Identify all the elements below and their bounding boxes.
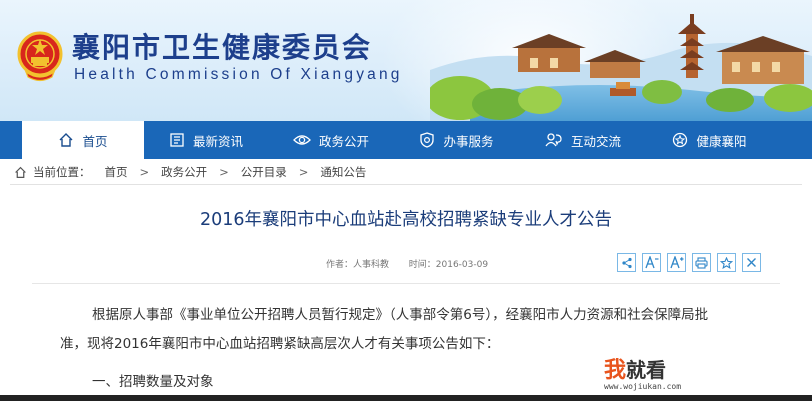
news-icon: [169, 132, 185, 148]
watermark-url: www.wojiukan.com: [604, 382, 682, 391]
article-date: 时间：2016-03-09: [408, 260, 489, 270]
article-meta: 作者：人事科教 时间：2016-03-09: [326, 257, 488, 270]
divider: [32, 283, 780, 284]
print-button[interactable]: [692, 253, 711, 272]
nav-item-label: 首页: [82, 133, 108, 149]
favorite-button[interactable]: [717, 253, 736, 272]
window-bottom-edge: [0, 395, 812, 401]
print-icon: [695, 256, 708, 269]
nav-item-label: 互动交流: [570, 133, 621, 149]
watermark-text: 我: [604, 358, 627, 383]
eye-icon: [293, 133, 311, 147]
breadcrumb: 当前位置： 首页 > 政务公开 > 公开目录 > 通知公告: [14, 162, 366, 182]
nav-padding: [0, 121, 22, 159]
site-title[interactable]: 襄阳市卫生健康委员会: [72, 26, 372, 66]
breadcrumb-separator: >: [298, 165, 309, 179]
article-paragraph: 准，现将2016年襄阳市中心血站招聘紧缺高层次人才有关事项公告如下：: [60, 336, 500, 352]
article-paragraph: 根据原人事部《事业单位公开招聘人员暂行规定》（人事部令第6号），经襄阳市人力资源…: [92, 307, 709, 323]
breadcrumb-item-home[interactable]: 首页: [105, 164, 128, 180]
home-icon: [14, 166, 27, 179]
article-toolbar: [617, 253, 767, 272]
chat-icon: [545, 132, 563, 148]
share-icon: [621, 257, 632, 268]
divider: [10, 184, 802, 185]
nav-item-label: 最新资讯: [192, 133, 243, 149]
article-title: 2016年襄阳市中心血站赴高校招聘紧缺专业人才公告: [199, 210, 613, 230]
font-decrease-button[interactable]: [642, 253, 661, 272]
breadcrumb-item-catalog[interactable]: 公开目录: [241, 164, 287, 180]
site-subtitle: Health Commission Of Xiangyang: [74, 66, 403, 83]
health-icon: [672, 132, 688, 148]
breadcrumb-prefix: 当前位置：: [33, 165, 91, 179]
breadcrumb-separator: >: [139, 165, 150, 179]
article-section-heading: 一、招聘数量及对象: [92, 374, 214, 390]
watermark-logo: 我就看 www.wojiukan.com: [604, 352, 681, 391]
breadcrumb-separator: >: [219, 165, 229, 179]
close-icon: [747, 258, 756, 267]
nav-item-label: 健康襄阳: [696, 133, 747, 149]
nav-item-label: 办事服务: [443, 133, 494, 149]
national-emblem-icon[interactable]: [16, 30, 64, 82]
nav-item-label: 政务公开: [318, 133, 369, 149]
watermark-text: 就看: [626, 358, 667, 382]
home-icon: [58, 132, 74, 148]
breadcrumb-item-notices[interactable]: 通知公告: [320, 164, 366, 180]
nav-item-services[interactable]: 办事服务: [394, 121, 519, 159]
main-nav: 首页 最新资讯 政务公开 办事服务 互动交流 健康襄阳: [0, 121, 812, 159]
article-author: 作者：人事科教: [326, 260, 390, 270]
font-increase-button[interactable]: [667, 253, 686, 272]
font-decrease-icon: [644, 256, 658, 269]
nav-item-interaction[interactable]: 互动交流: [519, 121, 647, 159]
breadcrumb-item-gov-affairs[interactable]: 政务公开: [161, 164, 207, 180]
nav-item-home[interactable]: 首页: [22, 121, 144, 159]
nav-item-health[interactable]: 健康襄阳: [647, 121, 772, 159]
nav-item-gov-affairs[interactable]: 政务公开: [268, 121, 394, 159]
font-increase-icon: [669, 256, 683, 269]
favorite-icon: [720, 256, 733, 269]
service-icon: [419, 132, 435, 148]
share-button[interactable]: [617, 253, 636, 272]
nav-item-news[interactable]: 最新资讯: [144, 121, 268, 159]
city-scene-illustration: [430, 14, 812, 121]
close-button[interactable]: [742, 253, 761, 272]
site-header: 襄阳市卫生健康委员会 Health Commission Of Xiangyan…: [0, 0, 812, 121]
